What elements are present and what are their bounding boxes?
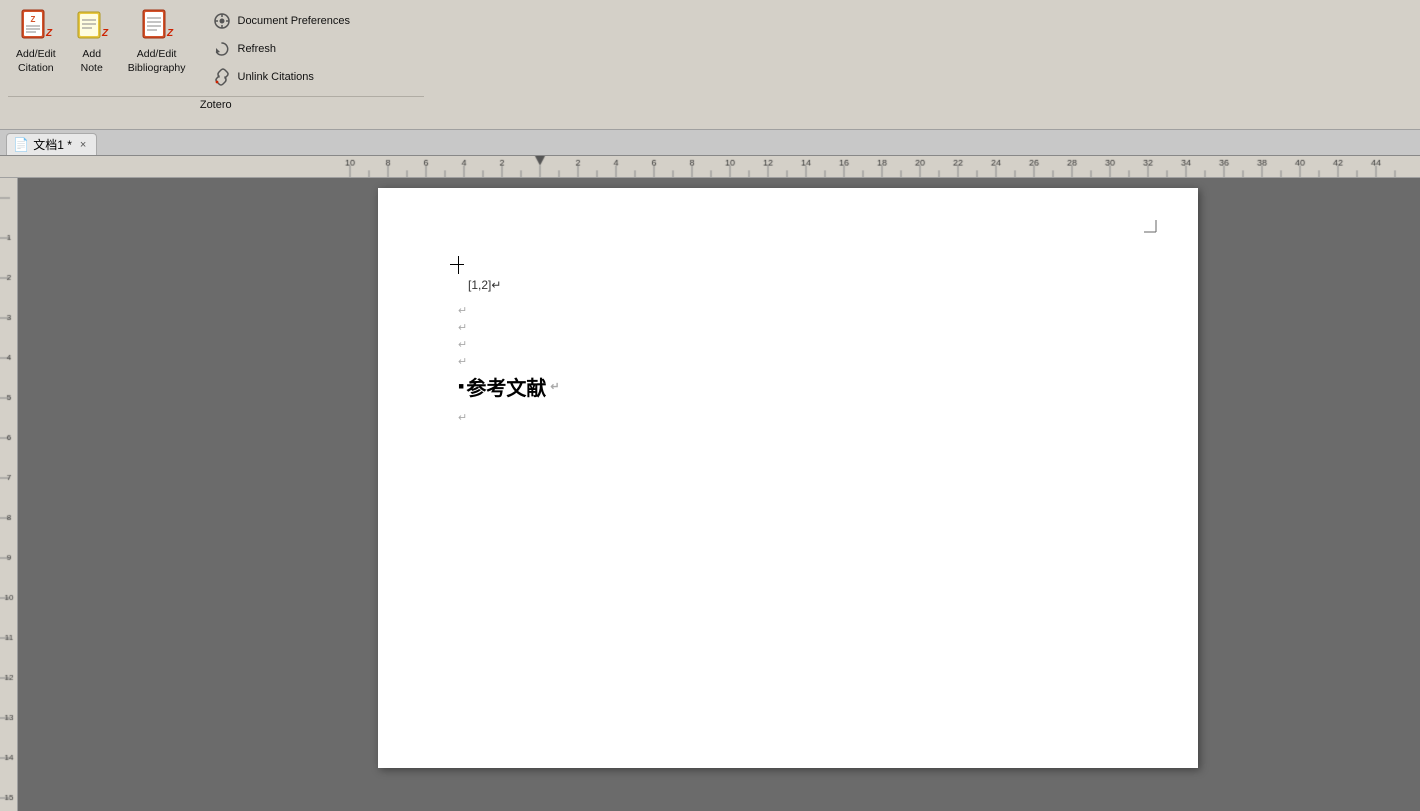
- citation-text: [1,2]↵: [468, 278, 501, 292]
- document-area[interactable]: [1,2]↵ ↵ ↵ ↵ ↵ ▪ 参考文献 ↵ ↵: [18, 178, 1420, 811]
- para-mark-3: ↵: [458, 338, 1118, 351]
- vertical-ruler-canvas: [0, 178, 18, 811]
- unlink-citations-button[interactable]: Unlink Citations: [204, 64, 424, 90]
- page-corner-cursor: [1142, 218, 1158, 241]
- para-mark-2: ↵: [458, 321, 1118, 334]
- post-heading-line: ↵: [458, 411, 1118, 424]
- add-edit-citation-label: Add/Edit Citation: [16, 48, 56, 75]
- svg-text:Z: Z: [166, 28, 174, 39]
- paragraph-line-1: ↵: [458, 304, 1118, 317]
- tab-label: 文档1 *: [33, 136, 72, 153]
- tab-close-button[interactable]: ×: [80, 139, 86, 151]
- para-mark-4: ↵: [458, 355, 1118, 368]
- bullet-mark: ▪: [458, 376, 464, 397]
- para-mark-1: ↵: [458, 304, 1118, 317]
- unlink-citations-label: Unlink Citations: [238, 71, 314, 83]
- svg-text:Z: Z: [101, 28, 109, 39]
- add-edit-bibliography-label: Add/Edit Bibliography: [128, 48, 186, 75]
- zotero-big-buttons: Z Z Add/Edit Citation: [8, 4, 194, 94]
- paragraph-line-2: ↵: [458, 321, 1118, 334]
- add-note-button[interactable]: Z Add Note: [66, 4, 118, 94]
- post-heading-mark: ↵: [458, 411, 1118, 424]
- paragraph-line-3: ↵: [458, 338, 1118, 351]
- document-preferences-button[interactable]: Document Preferences: [204, 8, 424, 34]
- refresh-icon: [212, 39, 232, 59]
- refresh-button[interactable]: Refresh: [204, 36, 424, 62]
- zotero-small-buttons: Document Preferences Refresh: [204, 8, 424, 90]
- vertical-ruler: [0, 178, 18, 811]
- zotero-top-row: Z Z Add/Edit Citation: [8, 4, 424, 94]
- tab-document-icon: 📄: [13, 137, 29, 153]
- cursor-crosshair-h: [450, 264, 464, 265]
- horizontal-ruler: [0, 156, 1420, 178]
- text-cursor: [458, 256, 459, 274]
- add-note-icon: Z: [74, 8, 110, 44]
- citation-reference: [1,2]↵: [468, 278, 1128, 292]
- main-area: [1,2]↵ ↵ ↵ ↵ ↵ ▪ 参考文献 ↵ ↵: [0, 178, 1420, 811]
- document-page[interactable]: [1,2]↵ ↵ ↵ ↵ ↵ ▪ 参考文献 ↵ ↵: [378, 188, 1198, 768]
- add-edit-bibliography-icon: Z: [139, 8, 175, 44]
- add-note-label: Add Note: [81, 48, 103, 75]
- zotero-toolbar-section: Z Z Add/Edit Citation: [0, 0, 432, 129]
- svg-text:Z: Z: [45, 28, 53, 39]
- toolbar: Z Z Add/Edit Citation: [0, 0, 1420, 130]
- refresh-label: Refresh: [238, 43, 277, 55]
- tab-bar: 📄 文档1 * ×: [0, 130, 1420, 156]
- svg-text:Z: Z: [30, 15, 35, 24]
- document-preferences-label: Document Preferences: [238, 15, 351, 27]
- paragraph-line-4: ↵: [458, 355, 1118, 368]
- section-heading: ▪ 参考文献 ↵: [458, 372, 1118, 401]
- heading-return: ↵: [550, 380, 559, 393]
- document-tab[interactable]: 📄 文档1 * ×: [6, 133, 97, 155]
- document-preferences-icon: [212, 11, 232, 31]
- zotero-section-label: Zotero: [8, 96, 424, 111]
- ruler-canvas: [0, 156, 1420, 177]
- add-edit-bibliography-button[interactable]: Z Add/Edit Bibliography: [120, 4, 194, 94]
- heading-text: 参考文献: [466, 372, 546, 401]
- add-edit-citation-button[interactable]: Z Z Add/Edit Citation: [8, 4, 64, 94]
- add-edit-citation-icon: Z Z: [18, 8, 54, 44]
- unlink-citations-icon: [212, 67, 232, 87]
